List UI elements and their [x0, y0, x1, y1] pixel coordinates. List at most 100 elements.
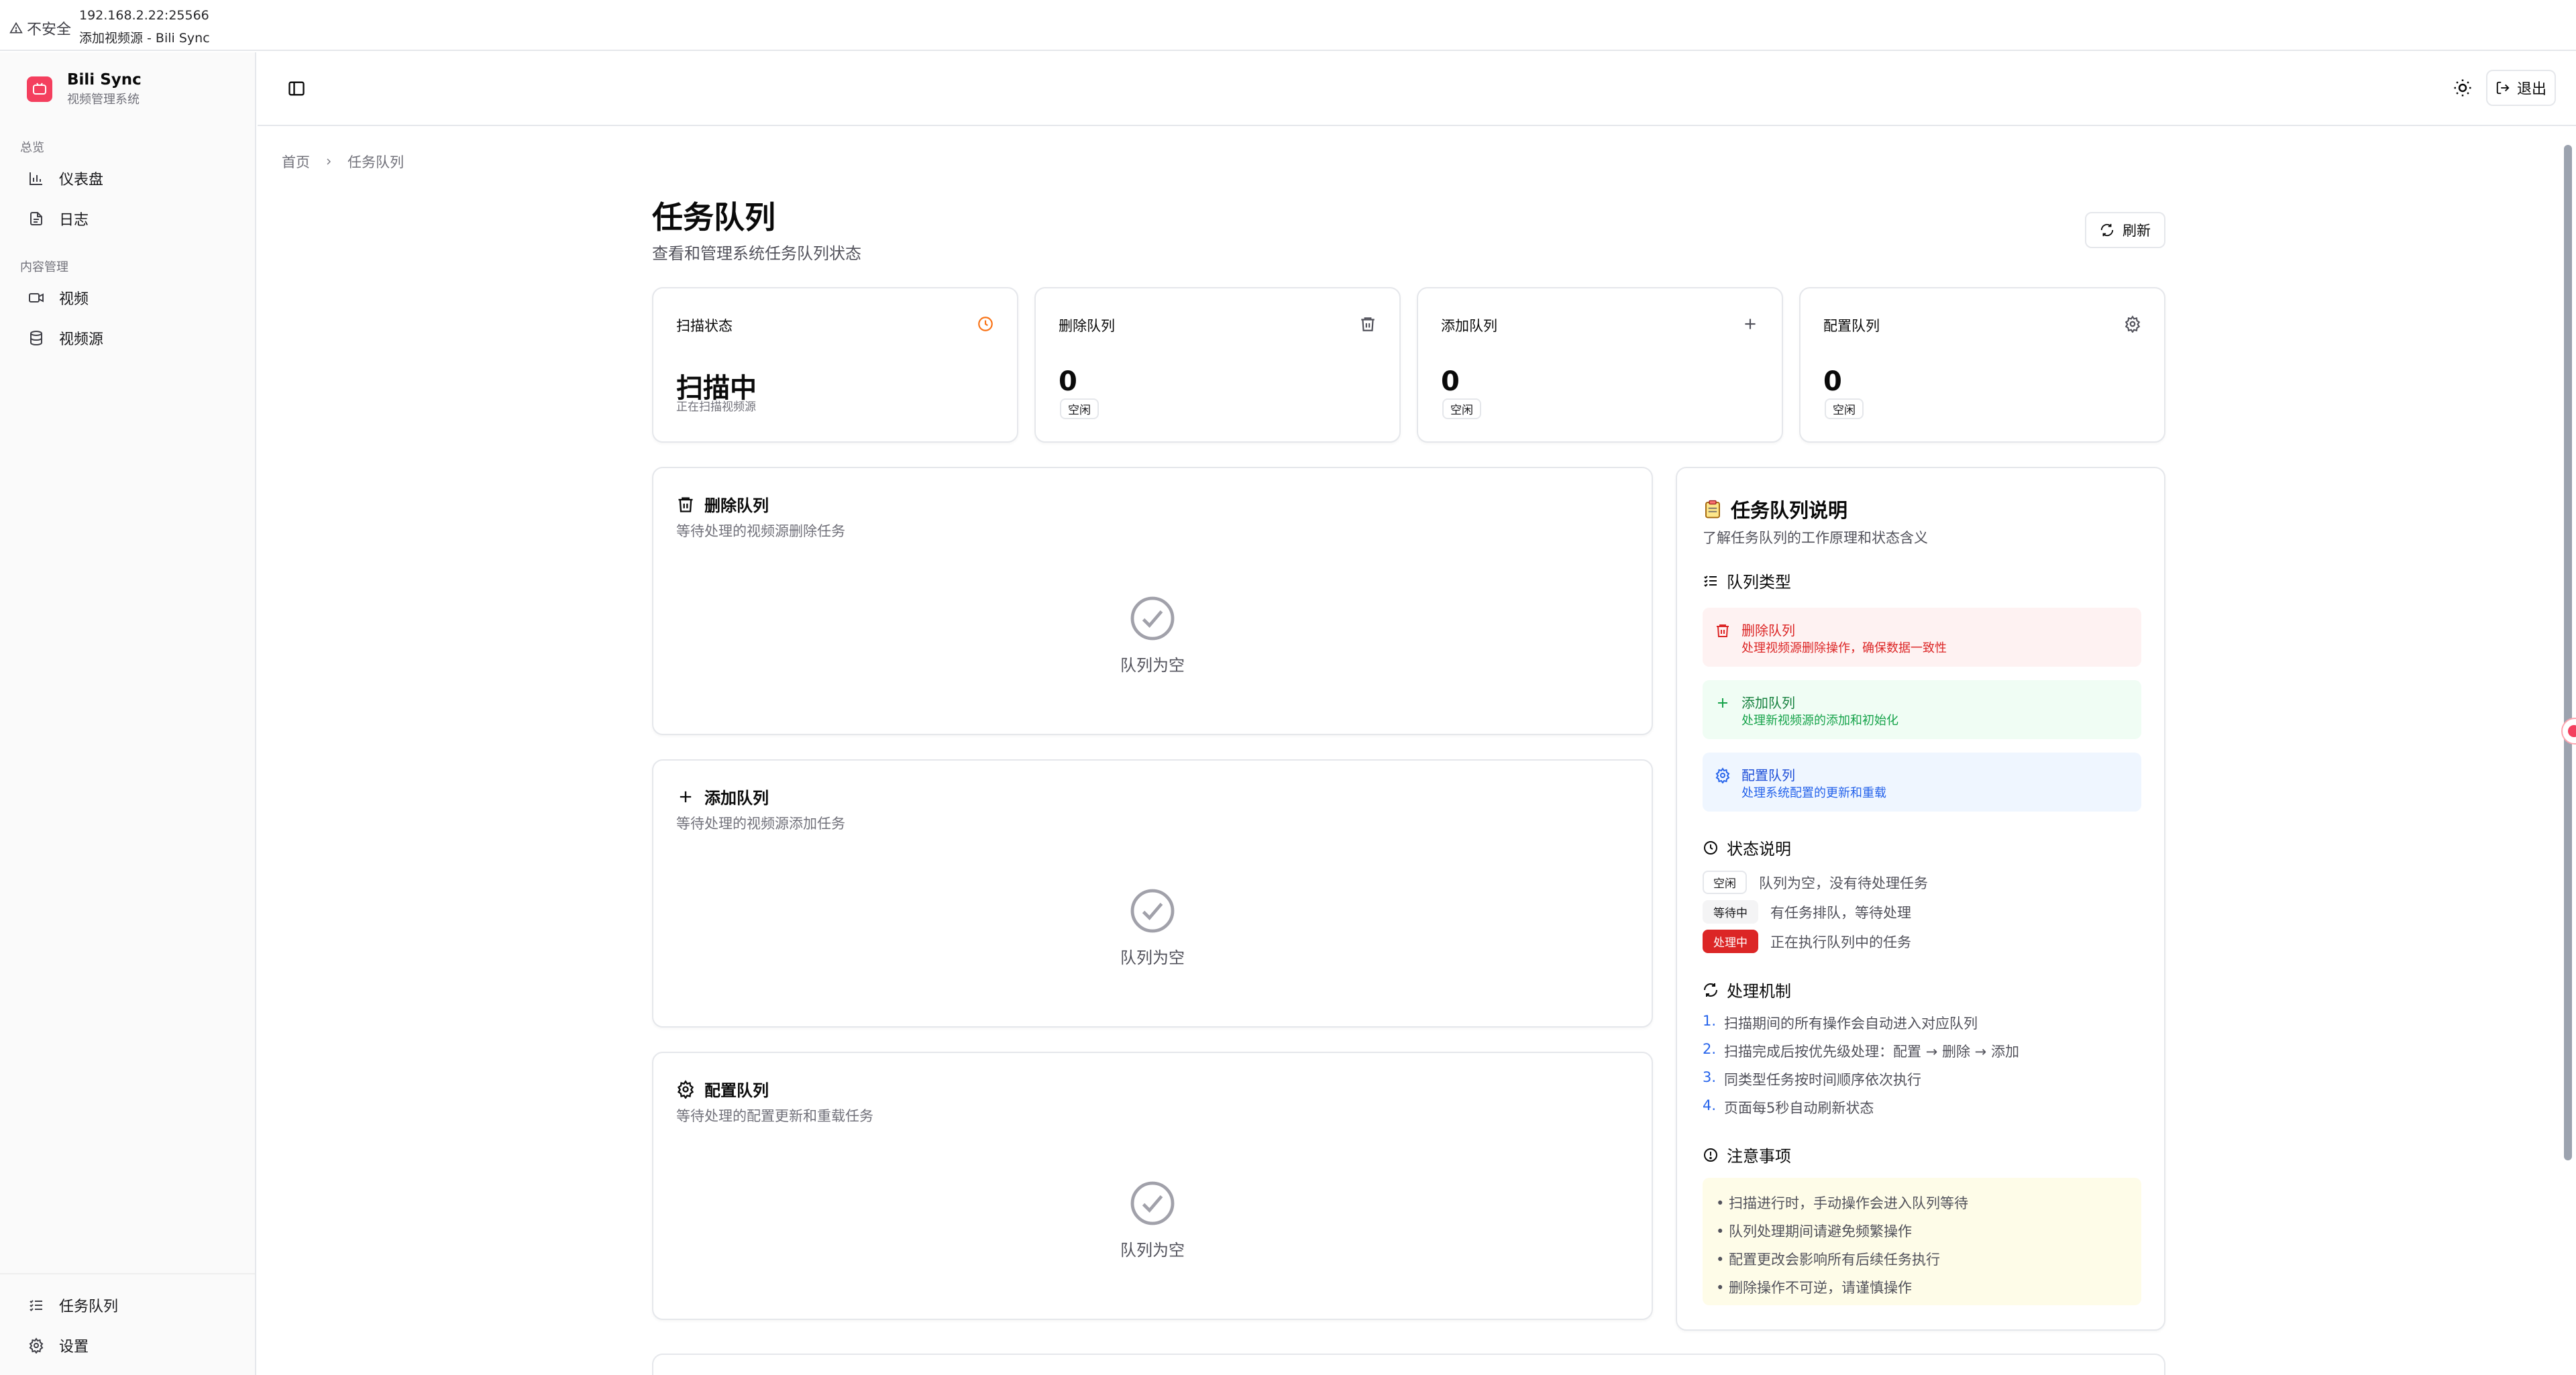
- section-heading-text: 处理机制: [1727, 982, 1791, 1001]
- queue-info-panel: 任务队列说明 了解任务队列的工作原理和状态含义 队列类型 删除队列 处理视频源删…: [1676, 467, 2165, 1331]
- queue-subtitle: 等待处理的视频源删除任务: [676, 523, 845, 539]
- url-text[interactable]: 192.168.2.22:25566: [79, 8, 209, 23]
- queue-title-text: 配置队列: [704, 1081, 769, 1100]
- queue-subtitle: 等待处理的视频源添加任务: [676, 816, 845, 832]
- queue-type-desc: 处理视频源删除操作，确保数据一致性: [1741, 641, 1947, 655]
- trash-icon: [1361, 317, 1375, 331]
- mechanism-num: 3.: [1703, 1069, 1717, 1085]
- breadcrumb-home[interactable]: 首页: [282, 152, 310, 172]
- notes-box: • 扫描进行时，手动操作会进入队列等待 • 队列处理期间请避免频繁操作 • 配置…: [1703, 1178, 2141, 1305]
- page-scrollbar[interactable]: [2564, 145, 2572, 1160]
- insecure-label: 不安全: [27, 21, 72, 38]
- mechanism-text: 同类型任务按时间顺序依次执行: [1724, 1072, 1922, 1088]
- insecure-indicator[interactable]: 不安全: [9, 17, 71, 39]
- empty-text: 队列为空: [1120, 948, 1185, 967]
- breadcrumb: 首页 任务队列: [282, 152, 404, 172]
- mechanism-item: 2. 扫描完成后按优先级处理：配置 → 删除 → 添加: [1703, 1041, 2019, 1061]
- mechanism-num: 4.: [1703, 1097, 1717, 1113]
- status-badge: 空闲: [1060, 398, 1099, 419]
- nav-group-overview: 总览: [20, 141, 44, 155]
- video-icon: [29, 293, 44, 302]
- queue-type-desc: 处理新视频源的添加和初始化: [1741, 714, 1898, 728]
- add-queue-card: 添加队列 等待处理的视频源添加任务 队列为空: [652, 759, 1653, 1028]
- database-icon: [30, 331, 42, 346]
- warning-icon: [9, 21, 23, 34]
- alert-circle-icon: [1704, 1148, 1717, 1162]
- sidebar-divider: [0, 1273, 255, 1274]
- note-item: • 扫描进行时，手动操作会进入队列等待: [1716, 1195, 1969, 1211]
- config-queue-card: 配置队列 等待处理的配置更新和重载任务 队列为空: [652, 1052, 1653, 1320]
- section-heading-text: 状态说明: [1727, 840, 1791, 859]
- mechanism-text: 扫描期间的所有操作会自动进入对应队列: [1724, 1015, 1978, 1032]
- status-badge: 处理中: [1703, 930, 1758, 953]
- stat-card-config-queue: 配置队列 0 空闲: [1799, 287, 2165, 443]
- stat-value: 0: [1441, 366, 1460, 397]
- sidebar-item-label: 设置: [59, 1339, 89, 1356]
- sidebar-item-label: 日志: [59, 212, 89, 229]
- chevron-right-icon: [327, 158, 331, 165]
- section-heading-text: 队列类型: [1727, 573, 1791, 592]
- check-circle-icon: [1130, 1181, 1175, 1225]
- stat-label: 配置队列: [1823, 318, 1880, 334]
- sidebar-item-logs[interactable]: 日志: [11, 200, 246, 237]
- status-heading: 状态说明: [1703, 836, 1791, 859]
- empty-state: 队列为空: [653, 887, 1652, 968]
- sidebar-item-settings[interactable]: 设置: [11, 1327, 246, 1364]
- note-item: • 队列处理期间请避免频繁操作: [1716, 1223, 1913, 1240]
- mechanism-item: 4. 页面每5秒自动刷新状态: [1703, 1097, 1874, 1117]
- delete-queue-card: 删除队列 等待处理的视频源删除任务 队列为空: [652, 467, 1653, 735]
- queue-title-text: 添加队列: [704, 789, 769, 808]
- status-row-waiting: 等待中 有任务排队，等待处理: [1703, 900, 1911, 924]
- mechanism-item: 1. 扫描期间的所有操作会自动进入对应队列: [1703, 1013, 1978, 1033]
- mechanism-num: 2.: [1703, 1041, 1717, 1057]
- sidebar-item-dashboard[interactable]: 仪表盘: [11, 160, 246, 197]
- sidebar-item-video-sources[interactable]: 视频源: [11, 319, 246, 357]
- mechanism-text: 扫描完成后按优先级处理：配置 → 删除 → 添加: [1724, 1044, 2019, 1060]
- card-below-fold: [652, 1354, 2165, 1375]
- gear-icon: [29, 1337, 44, 1354]
- page-title: 任务队列: [652, 199, 775, 235]
- queue-type-name: 删除队列: [1741, 622, 1795, 639]
- status-badge: 空闲: [1825, 398, 1864, 419]
- queue-title: 删除队列: [676, 492, 769, 516]
- queue-subtitle: 等待处理的配置更新和重载任务: [676, 1108, 873, 1124]
- stat-value: 0: [1823, 366, 1842, 397]
- info-subtitle: 了解任务队列的工作原理和状态含义: [1703, 530, 1928, 546]
- refresh-icon: [1704, 983, 1717, 997]
- brand[interactable]: Bili Sync 视频管理系统: [27, 71, 142, 107]
- queue-type-config: 配置队列 处理系统配置的更新和重载: [1703, 753, 2141, 812]
- stat-label: 添加队列: [1441, 318, 1497, 334]
- clipboard-icon: [1705, 500, 1720, 518]
- gear-icon: [2125, 315, 2141, 333]
- refresh-label: 刷新: [2123, 223, 2151, 239]
- file-icon: [30, 212, 42, 225]
- sidebar-item-label: 仪表盘: [59, 172, 104, 188]
- sidebar-item-videos[interactable]: 视频: [11, 279, 246, 317]
- queue-type-name: 配置队列: [1741, 767, 1795, 783]
- queue-title: 添加队列: [676, 785, 769, 808]
- note-item: • 删除操作不可逆，请谨慎操作: [1716, 1280, 1913, 1296]
- sun-icon[interactable]: [2453, 78, 2473, 98]
- stat-label: 扫描状态: [676, 318, 733, 334]
- logout-label: 退出: [2516, 81, 2546, 98]
- info-title: 任务队列说明: [1703, 495, 1847, 523]
- plus-icon: [680, 791, 692, 802]
- plus-icon: [1745, 319, 1756, 329]
- status-row-idle: 空闲 队列为空，没有待处理任务: [1703, 871, 1928, 894]
- queue-title: 配置队列: [676, 1077, 769, 1101]
- sidebar-item-label: 视频源: [59, 331, 104, 348]
- status-badge: 空闲: [1703, 871, 1747, 894]
- check-circle-icon: [1130, 596, 1175, 641]
- sidebar-item-task-queue[interactable]: 任务队列: [11, 1286, 246, 1324]
- refresh-button[interactable]: 刷新: [2085, 212, 2165, 248]
- logout-button[interactable]: 退出: [2486, 70, 2556, 106]
- refresh-icon: [2100, 223, 2114, 237]
- list-icon: [1704, 575, 1717, 587]
- queue-title-text: 删除队列: [704, 496, 769, 515]
- sidebar-toggle-icon[interactable]: [287, 79, 306, 98]
- queue-type-desc: 处理系统配置的更新和重载: [1741, 786, 1886, 800]
- queue-type-add: 添加队列 处理新视频源的添加和初始化: [1703, 680, 2141, 739]
- brand-name: Bili Sync: [67, 71, 142, 89]
- empty-state: 队列为空: [653, 594, 1652, 675]
- note-item: • 配置更改会影响所有后续任务执行: [1716, 1252, 1941, 1268]
